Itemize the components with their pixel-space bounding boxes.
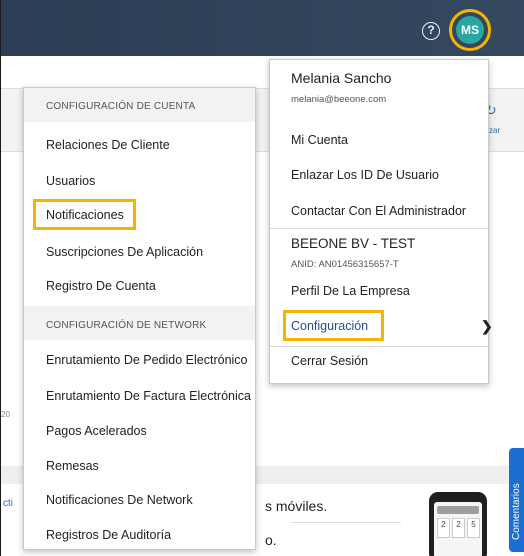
app-window: ? MS ↻ alizar 20 cti s móviles. o. 2 2 5… <box>0 0 524 556</box>
company-anid: ANID: AN01456315657-T <box>291 259 399 270</box>
menu-item-remittances[interactable]: Remesas <box>46 459 99 473</box>
divider <box>270 228 488 229</box>
menu-item-customer-relationships[interactable]: Relaciones De Cliente <box>46 138 170 152</box>
chart-fragment-label: 20 <box>1 410 10 419</box>
top-navigation-bar <box>1 0 524 56</box>
logout-link[interactable]: Cerrar Sesión <box>291 354 368 368</box>
background-link[interactable]: cti <box>3 498 13 509</box>
my-account-link[interactable]: Mi Cuenta <box>291 133 348 147</box>
menu-item-accelerated-payments[interactable]: Pagos Acelerados <box>46 424 147 438</box>
menu-item-network-notifications[interactable]: Notificaciones De Network <box>46 493 193 507</box>
network-settings-heading: CONFIGURACIÓN DE NETWORK <box>46 320 207 331</box>
mobile-apps-text: s móviles. <box>265 498 328 514</box>
menu-item-account-registration[interactable]: Registro De Cuenta <box>46 279 156 293</box>
background-text: o. <box>265 532 277 548</box>
phone-card: 2 <box>452 518 465 538</box>
company-profile-link[interactable]: Perfil De La Empresa <box>291 284 410 298</box>
help-icon[interactable]: ? <box>422 22 440 40</box>
user-name: Melania Sancho <box>291 70 392 86</box>
chevron-right-icon: ❯ <box>481 318 493 334</box>
user-avatar-button[interactable]: MS <box>456 16 484 44</box>
phone-card: 5 <box>467 518 480 538</box>
contact-admin-link[interactable]: Contactar Con El Administrador <box>291 204 466 218</box>
link-user-ids-link[interactable]: Enlazar Los ID De Usuario <box>291 168 439 182</box>
menu-item-notifications[interactable]: Notificaciones <box>46 208 124 222</box>
company-name: BEEONE BV - TEST <box>291 236 416 251</box>
feedback-tab-label[interactable]: Comentarios <box>511 483 522 540</box>
menu-item-invoice-routing[interactable]: Enrutamiento De Factura Electrónica <box>46 389 251 403</box>
menu-item-app-subscriptions[interactable]: Suscripciones De Aplicación <box>46 245 203 259</box>
settings-menu-item[interactable]: Configuración <box>291 319 368 333</box>
phone-header-bar <box>437 506 479 514</box>
menu-item-users[interactable]: Usuarios <box>46 174 95 188</box>
user-profile-dropdown: Melania Sancho melania@beeone.com Mi Cue… <box>269 59 489 384</box>
account-settings-heading: CONFIGURACIÓN DE CUENTA <box>46 101 196 112</box>
account-settings-menu: CONFIGURACIÓN DE CUENTA Relaciones De Cl… <box>23 87 256 550</box>
menu-item-audit-logs[interactable]: Registros De Auditoría <box>46 528 171 542</box>
menu-item-po-routing[interactable]: Enrutamiento De Pedido Electrónico <box>46 353 248 367</box>
divider <box>270 346 488 347</box>
user-email: melania@beeone.com <box>291 94 387 105</box>
phone-card: 2 <box>437 518 450 538</box>
divider <box>291 522 401 523</box>
